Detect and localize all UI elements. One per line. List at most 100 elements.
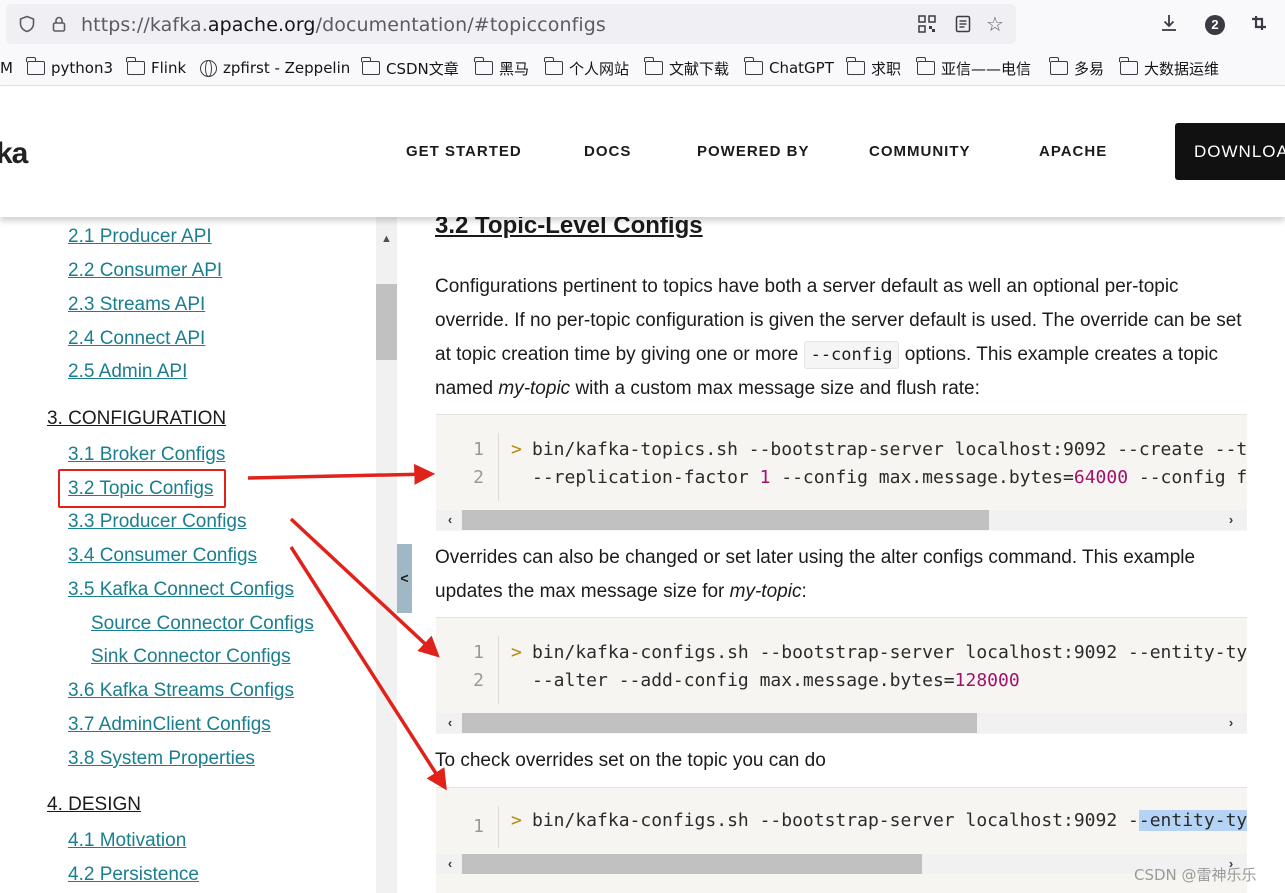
- toc-link-consumer-api[interactable]: 2.2 Consumer API: [68, 260, 222, 282]
- code-text: bin/kafka-configs.sh --bootstrap-server …: [532, 810, 1247, 831]
- bookmark-item[interactable]: ChatGPT: [744, 57, 834, 78]
- bookmark-item[interactable]: 文献下载: [644, 57, 729, 78]
- toc-link-broker-configs[interactable]: 3.1 Broker Configs: [68, 444, 225, 466]
- code-fragment: --config max.message.bytes=: [770, 467, 1074, 488]
- download-icon[interactable]: [1158, 13, 1180, 35]
- toc-link-admin-api[interactable]: 2.5 Admin API: [68, 361, 187, 383]
- bookmark-item[interactable]: python3: [26, 57, 113, 78]
- folder-icon: [361, 57, 380, 75]
- extensions-icon[interactable]: [1248, 13, 1270, 35]
- prompt-icon: >: [511, 439, 522, 460]
- bookmark-item[interactable]: 大数据运维: [1119, 57, 1219, 78]
- bookmark-label: 个人网站: [569, 59, 630, 78]
- text-fragment: options. This example creates a topic: [899, 344, 1219, 365]
- code-horizontal-scrollbar[interactable]: ‹ ›: [436, 510, 1247, 530]
- code-block-create-topic[interactable]: 1 > bin/kafka-topics.sh --bootstrap-serv…: [436, 414, 1247, 531]
- toc-link-source-connector-configs[interactable]: Source Connector Configs: [91, 613, 314, 635]
- folder-icon: [126, 57, 145, 75]
- bookmark-label: 多易: [1074, 59, 1105, 78]
- bookmark-item[interactable]: 黑马: [474, 57, 529, 78]
- toc-link-kafka-streams-configs[interactable]: 3.6 Kafka Streams Configs: [68, 680, 294, 702]
- text-fragment: at topic creation time by giving one or …: [435, 344, 804, 365]
- bookmark-label: 求职: [871, 59, 902, 78]
- text-line: To check overrides set on the topic you …: [435, 750, 826, 771]
- toc-link-kafka-connect-configs[interactable]: 3.5 Kafka Connect Configs: [68, 579, 294, 601]
- line-number: 1: [473, 816, 484, 837]
- site-header: ka GET STARTED DOCS POWERED BY COMMUNITY…: [0, 87, 1285, 217]
- scroll-left-arrow-icon[interactable]: ‹: [440, 713, 460, 733]
- toc-heading-configuration[interactable]: 3. CONFIGURATION: [47, 408, 226, 430]
- selected-text[interactable]: -entity-ty: [1138, 810, 1247, 831]
- prompt-icon: >: [511, 642, 522, 663]
- browser-toolbar: https://kafka.apache.org/documentation/#…: [0, 0, 1285, 50]
- bookmark-label: zpfirst - Zeppelin: [223, 59, 351, 77]
- nav-apache[interactable]: APACHE: [1039, 143, 1107, 160]
- bookmark-label: CSDN文章: [386, 59, 459, 78]
- address-bar[interactable]: https://kafka.apache.org/documentation/#…: [6, 4, 1016, 44]
- scroll-left-arrow-icon[interactable]: ‹: [440, 854, 460, 874]
- prompt-icon: >: [511, 810, 522, 831]
- code-fragment: --alter --add-config max.message.bytes=: [532, 670, 955, 691]
- lock-icon[interactable]: [50, 15, 68, 33]
- toc-link-streams-api[interactable]: 2.3 Streams API: [68, 294, 205, 316]
- code-block-describe-config[interactable]: 1 > bin/kafka-configs.sh --bootstrap-ser…: [436, 787, 1247, 893]
- nav-get-started[interactable]: GET STARTED: [406, 143, 522, 160]
- line-number: 2: [473, 467, 484, 488]
- bookmark-item[interactable]: 亚信——电信: [916, 57, 1031, 78]
- bookmark-item[interactable]: 求职: [846, 57, 902, 78]
- shield-icon[interactable]: [18, 15, 36, 33]
- text-line: override. If no per-topic configuration …: [435, 310, 1242, 331]
- toc-link-persistence[interactable]: 4.2 Persistence: [68, 864, 199, 886]
- code-scrollbar-thumb[interactable]: [462, 854, 922, 874]
- text-fragment: :: [801, 581, 807, 602]
- code-fragment: --replication-factor: [532, 467, 760, 488]
- toc-heading-design[interactable]: 4. DESIGN: [47, 794, 141, 816]
- toc-link-adminclient-configs[interactable]: 3.7 AdminClient Configs: [68, 714, 271, 736]
- code-scrollbar-thumb[interactable]: [462, 510, 989, 530]
- code-horizontal-scrollbar[interactable]: ‹ ›: [436, 854, 1247, 874]
- toc-link-consumer-configs[interactable]: 3.4 Consumer Configs: [68, 545, 257, 567]
- bookmark-label: Flink: [151, 59, 187, 77]
- bookmark-item[interactable]: CSDN文章: [361, 57, 459, 78]
- code-gutter: [498, 806, 499, 848]
- folder-icon: [744, 57, 763, 75]
- nav-powered-by[interactable]: POWERED BY: [697, 143, 810, 160]
- kafka-logo[interactable]: ka: [0, 137, 28, 171]
- bookmark-item[interactable]: M: [0, 58, 13, 78]
- toc-link-system-properties[interactable]: 3.8 System Properties: [68, 748, 255, 770]
- annotation-highlight-box: [58, 469, 226, 508]
- toc-link-producer-configs[interactable]: 3.3 Producer Configs: [68, 511, 247, 533]
- sidebar-scrollbar-thumb[interactable]: [376, 284, 397, 360]
- toc-link-sink-connector-configs[interactable]: Sink Connector Configs: [91, 646, 291, 668]
- bookmark-item[interactable]: zpfirst - Zeppelin: [200, 58, 350, 78]
- code-block-alter-config[interactable]: 1 > bin/kafka-configs.sh --bootstrap-ser…: [436, 617, 1247, 734]
- sidebar-collapse-toggle[interactable]: <: [397, 544, 412, 613]
- topic-name-emphasis: my-topic: [729, 581, 802, 602]
- bookmark-star-icon[interactable]: ☆: [986, 14, 1004, 34]
- scroll-right-arrow-icon[interactable]: ›: [1221, 510, 1241, 530]
- text-fragment: with a custom max message size and flush…: [570, 378, 980, 399]
- code-number: 128000: [954, 670, 1020, 691]
- reader-view-icon[interactable]: [954, 15, 972, 33]
- code-scrollbar-thumb[interactable]: [462, 713, 977, 733]
- scroll-right-arrow-icon[interactable]: ›: [1221, 713, 1241, 733]
- toc-link-connect-api[interactable]: 2.4 Connect API: [68, 328, 205, 350]
- nav-docs[interactable]: DOCS: [584, 143, 631, 160]
- code-horizontal-scrollbar[interactable]: ‹ ›: [436, 713, 1247, 733]
- bookmark-item[interactable]: 多易: [1049, 57, 1105, 78]
- scroll-left-arrow-icon[interactable]: ‹: [440, 510, 460, 530]
- nav-community[interactable]: COMMUNITY: [869, 143, 971, 160]
- account-badge[interactable]: 2: [1205, 15, 1225, 35]
- download-button[interactable]: DOWNLOAD: [1175, 123, 1285, 180]
- bookmark-item[interactable]: Flink: [126, 57, 187, 78]
- url-text[interactable]: https://kafka.apache.org/documentation/#…: [81, 14, 606, 36]
- line-number: 1: [473, 642, 484, 663]
- qr-code-icon[interactable]: [918, 15, 936, 33]
- scroll-up-arrow-icon[interactable]: ▲: [376, 228, 397, 250]
- check-overrides-paragraph: To check overrides set on the topic you …: [435, 744, 1247, 778]
- toc-link-producer-api[interactable]: 2.1 Producer API: [68, 226, 212, 248]
- bookmark-item[interactable]: 个人网站: [544, 57, 630, 78]
- url-prefix: https://kafka.: [81, 14, 208, 36]
- text-line: named my-topic with a custom max message…: [435, 372, 1247, 406]
- toc-link-motivation[interactable]: 4.1 Motivation: [68, 830, 186, 852]
